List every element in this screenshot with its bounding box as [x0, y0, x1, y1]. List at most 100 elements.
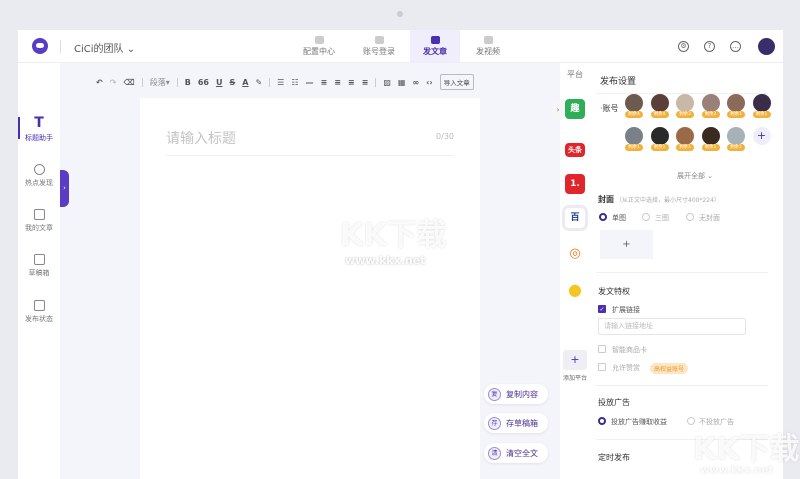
cover-three-radio[interactable] [642, 213, 650, 221]
clear-all-button[interactable]: 清清空全文 [484, 443, 548, 463]
image-icon[interactable]: ▨ [383, 78, 391, 87]
add-platform-label: 添加平台 [562, 375, 587, 382]
sidebar-item-hot-topics[interactable]: 热点发现 [18, 164, 60, 188]
table-icon[interactable]: ▦ [398, 78, 406, 87]
align-left-icon[interactable]: ≡ [321, 78, 328, 87]
smart-card-checkbox[interactable] [598, 345, 606, 353]
platform-baijiahao[interactable]: 百 [565, 208, 585, 228]
smart-card-label: 智能商品卡 [612, 346, 647, 354]
tab-label: 账号登录 [363, 47, 395, 56]
account-avatar[interactable] [625, 94, 643, 112]
copy-content-button[interactable]: 复复制内容 [484, 384, 548, 404]
tab-publish-article[interactable]: 发文章 [410, 30, 460, 63]
account-avatar[interactable] [727, 94, 745, 112]
sidebar-expand-toggle[interactable]: › [60, 170, 69, 207]
button-label: 复制内容 [506, 389, 538, 399]
highlight-icon[interactable]: ✎ [255, 78, 262, 87]
add-account-button[interactable]: + [752, 127, 771, 145]
link-input[interactable]: 请输入链接地址 [598, 318, 746, 335]
add-platform-button[interactable]: + [563, 350, 587, 370]
divider [166, 155, 454, 156]
status-icon [33, 300, 45, 311]
sidebar-item-title-helper[interactable]: T 标题助手 [18, 116, 60, 143]
sidebar-item-label: 草稿箱 [28, 269, 50, 277]
editor-page[interactable]: 请输入标题 0/30 [140, 98, 480, 479]
tab-account-login[interactable]: 账号登录 [353, 30, 405, 63]
eraser-icon[interactable]: ⌫ [123, 78, 134, 87]
divider [596, 385, 768, 386]
ad-label: 投放广告 [598, 398, 630, 407]
account-remaining-badge: 剩余2 [701, 111, 720, 118]
code-icon[interactable]: ‹› [426, 78, 433, 87]
account-label-text: 账号 [602, 104, 619, 113]
align-right-icon[interactable]: ≡ [362, 78, 369, 87]
sidebar-item-drafts[interactable]: 草稿箱 [18, 254, 60, 278]
sidebar-item-my-articles[interactable]: 我的文章 [18, 209, 60, 233]
team-selector[interactable]: CiCi的团队 ⌄ [74, 40, 135, 55]
platform-sohu[interactable]: ◎ [565, 244, 585, 264]
bold-button[interactable]: B [185, 78, 191, 87]
account-remaining-badge: 剩余1 [625, 144, 643, 151]
allow-reward-checkbox[interactable] [598, 363, 606, 371]
title-char-count: 0/30 [436, 132, 454, 141]
account-remaining-badge: 剩余1 [650, 144, 669, 151]
cover-none-radio[interactable] [686, 213, 694, 221]
account-avatar[interactable] [727, 127, 745, 145]
expand-all-button[interactable]: 展开全部 ⌄ [677, 171, 713, 181]
underline-button[interactable]: U [216, 78, 223, 87]
help-icon[interactable]: ? [704, 41, 715, 52]
paragraph-select[interactable]: 段落▾ [150, 77, 170, 88]
tab-label: 发视频 [476, 47, 500, 56]
cover-upload-button[interactable]: + [600, 230, 653, 259]
redo-icon[interactable]: ↷ [110, 78, 117, 87]
cover-option-label: 三图 [655, 214, 669, 222]
account-avatar[interactable] [701, 94, 720, 112]
divider [269, 77, 271, 87]
platform-qq[interactable]: ● [565, 280, 585, 300]
tab-config-center[interactable]: 配置中心 [293, 30, 345, 63]
settings-icon[interactable]: ⚙ [678, 41, 689, 52]
ext-link-label: 扩展链接 [612, 306, 640, 314]
ext-link-checkbox[interactable]: ✓ [598, 305, 606, 313]
platform-toutiao[interactable]: 头条 [565, 143, 585, 157]
account-avatar[interactable] [676, 94, 694, 112]
paragraph-label: 段落 [149, 77, 166, 87]
tab-label: 发文章 [423, 47, 447, 56]
account-avatar[interactable] [650, 94, 669, 112]
title-input[interactable]: 请输入标题 [166, 128, 236, 148]
tab-publish-video[interactable]: 发视频 [462, 30, 514, 63]
cover-label: 封面 [598, 195, 614, 204]
account-avatar[interactable] [701, 127, 720, 145]
quote-button[interactable]: 66 [198, 78, 209, 87]
account-avatar[interactable] [752, 94, 771, 112]
align-justify-icon[interactable]: ≡ [348, 78, 355, 87]
undo-icon[interactable]: ↶ [96, 78, 103, 87]
strikethrough-button[interactable]: S [229, 78, 235, 87]
copy-icon: 复 [488, 387, 501, 401]
video-icon [483, 36, 493, 44]
font-color-button[interactable]: A [242, 78, 248, 87]
more-icon[interactable]: … [730, 41, 741, 52]
platform-qutoutiao[interactable]: 趣 [565, 99, 585, 119]
horizontal-rule-icon[interactable]: — [306, 78, 314, 87]
account-remaining-badge: 剩余3 [676, 111, 694, 118]
link-icon[interactable]: ∞ [412, 78, 419, 87]
user-avatar[interactable] [758, 38, 775, 55]
panel-title: 发布设置 [600, 77, 637, 87]
save-draft-button[interactable]: 存存草稿箱 [484, 413, 548, 433]
platform-yidian[interactable]: 1. [565, 174, 585, 194]
ad-enable-radio[interactable] [598, 417, 606, 425]
align-center-icon[interactable]: ≡ [334, 78, 341, 87]
account-avatar[interactable] [650, 127, 669, 145]
cover-single-radio[interactable] [599, 213, 607, 221]
sidebar-item-publish-status[interactable]: 发布状态 [18, 300, 60, 324]
button-label: 存草稿箱 [506, 418, 538, 428]
collapse-platform-button[interactable]: › [552, 99, 564, 121]
account-avatar[interactable] [676, 127, 694, 145]
ordered-list-icon[interactable]: ☰ [277, 78, 284, 87]
account-avatar[interactable] [625, 127, 643, 145]
unordered-list-icon[interactable]: ☷ [291, 78, 298, 87]
cover-option-label: 无封面 [699, 214, 720, 222]
reward-tag: 高权益账号 [650, 363, 689, 374]
import-article-button[interactable]: 导入文章 [439, 74, 474, 90]
